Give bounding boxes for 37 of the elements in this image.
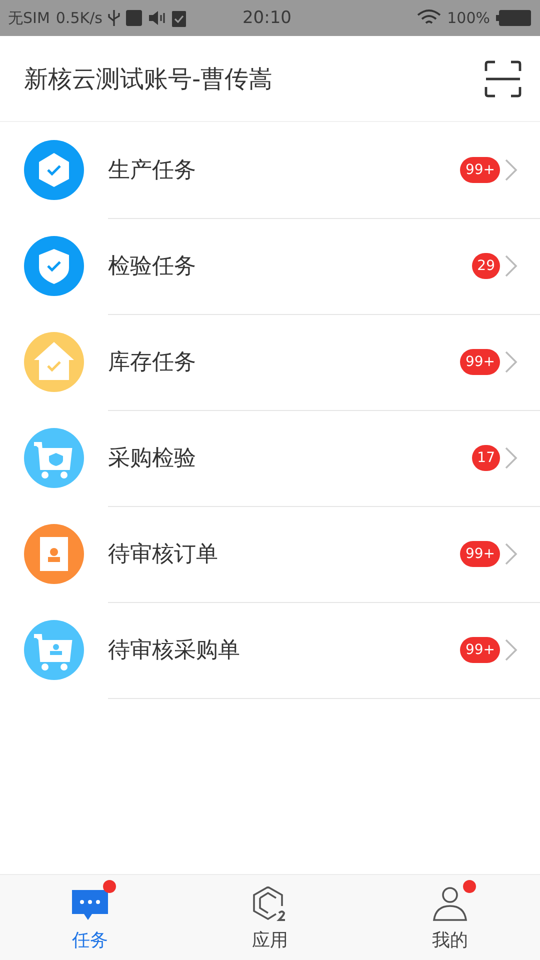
clipboard-check-icon [172,9,186,27]
task-row[interactable]: 采购检验 17 [0,410,540,506]
task-row[interactable]: 待审核采购单 99+ [0,602,540,698]
chevron-right-icon [504,158,518,182]
usb-icon [108,9,120,27]
scan-button[interactable] [484,60,522,98]
battery-percent: 100% [447,9,490,27]
tab-item[interactable]: 任务 [0,875,180,960]
task-label: 待审核订单 [108,540,219,568]
header-title: 新核云测试账号-曹传嵩 [24,64,273,94]
count-badge: 99+ [460,636,500,662]
count-badge: 99+ [460,348,500,374]
clock-time: 20:10 [242,8,292,28]
tab-item[interactable]: 我的 [360,875,540,960]
network-speed: 0.5K/s [56,9,102,27]
chevron-right-icon [504,542,518,566]
task-row[interactable]: 待审核订单 99+ [0,506,540,602]
task-row[interactable]: 生产任务 99+ [0,122,540,218]
tab-item[interactable]: 应用 [180,875,360,960]
count-badge: 17 [472,444,500,470]
chevron-right-icon [504,350,518,374]
task-row[interactable]: 检验任务 29 [0,218,540,314]
count-badge: 99+ [460,156,500,182]
task-label: 生产任务 [108,156,197,184]
carrier-text: 无SIM [8,8,50,28]
count-badge: 29 [472,252,500,278]
task-label: 检验任务 [108,252,197,280]
count-badge: 99+ [460,540,500,566]
task-row[interactable]: 库存任务 99+ [0,314,540,410]
task-label: 库存任务 [108,348,197,376]
chevron-right-icon [504,638,518,662]
speaker-icon [148,10,166,26]
task-label: 采购检验 [108,444,197,472]
task-label: 待审核采购单 [108,636,241,664]
battery-icon [496,9,532,27]
chevron-right-icon [504,254,518,278]
chevron-right-icon [504,446,518,470]
